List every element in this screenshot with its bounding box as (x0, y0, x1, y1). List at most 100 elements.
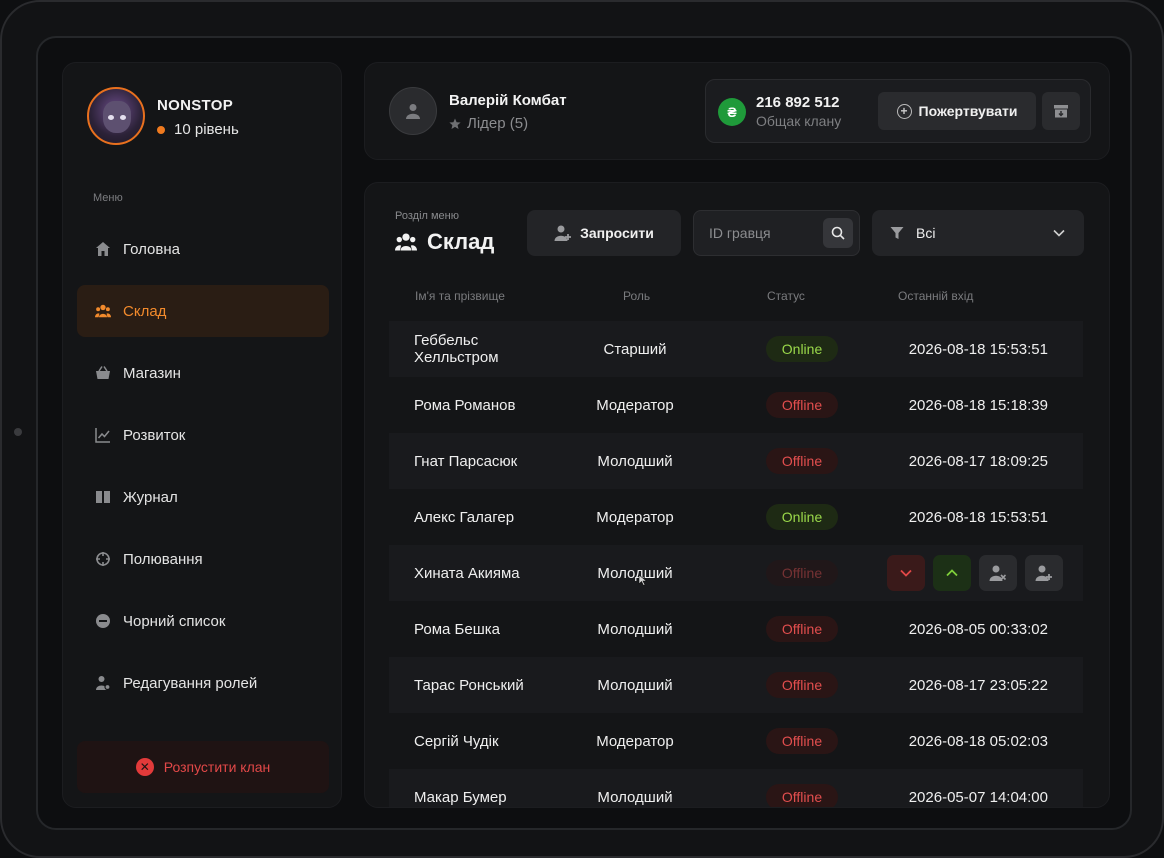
filter-value: Всі (916, 225, 936, 241)
bank-caption: Общак клану (756, 113, 842, 129)
sidebar-item-label: Редагування ролей (123, 674, 258, 692)
member-last-login: 2026-08-17 23:05:22 (908, 676, 1048, 694)
member-name: Рома Романов (414, 396, 516, 414)
sidebar-item-label: Головна (123, 240, 180, 258)
row-actions (887, 555, 1063, 591)
leader-role-label: Лідер (5) (467, 115, 529, 132)
disband-clan-label: Розпустити клан (163, 759, 271, 775)
clan-level-label: 10 рівень (174, 121, 239, 138)
member-name: Сергій Чудік (414, 732, 499, 750)
sidebar-item-hunt[interactable]: Полювання (77, 533, 329, 585)
sidebar-item-label: Склад (123, 302, 167, 320)
tablet-frame: NONSTOP 10 рівень Меню Головна Склад Маг… (0, 0, 1164, 858)
users-icon (395, 233, 417, 251)
sidebar-item-label: Полювання (123, 550, 203, 568)
minus-circle-icon (95, 613, 111, 629)
sidebar-nav: Головна Склад Магазин Розвиток Журнал По… (77, 223, 329, 719)
status-badge: Online (766, 336, 838, 362)
status-badge: Offline (766, 784, 838, 807)
table-row[interactable]: Макар Бумер Молодший Offline 2026-05-07 … (389, 769, 1083, 807)
leader-name: Валерій Комбат (449, 92, 567, 109)
chevron-down-icon (900, 569, 912, 577)
filter-icon (890, 227, 904, 239)
sidebar: NONSTOP 10 рівень Меню Головна Склад Маг… (62, 62, 342, 808)
section-title: Склад (395, 229, 494, 255)
user-gear-icon (95, 675, 111, 691)
archive-button[interactable] (1042, 92, 1080, 130)
user-plus-icon (554, 225, 572, 241)
member-last-login: 2026-08-18 15:18:39 (908, 396, 1048, 414)
member-name: Хината Акияма (414, 564, 520, 582)
status-badge: Online (766, 504, 838, 530)
kick-member-button[interactable] (979, 555, 1017, 591)
sidebar-item-development[interactable]: Розвиток (77, 409, 329, 461)
member-name: Тарас Ронський (414, 676, 524, 694)
status-badge: Offline (766, 616, 838, 642)
column-header-name: Ім'я та прізвище (415, 289, 505, 303)
chart-icon (95, 427, 111, 443)
member-name: Алекс Галагер (414, 508, 515, 526)
user-plus-icon (1035, 565, 1052, 581)
table-row[interactable]: Тарас Ронський Молодший Offline 2026-08-… (389, 657, 1083, 713)
bank-amount: 216 892 512 (756, 94, 840, 111)
promote-button[interactable] (933, 555, 971, 591)
member-name: Макар Бумер (414, 788, 507, 806)
member-role: Молодший (597, 676, 673, 694)
player-id-input[interactable] (695, 212, 815, 254)
sidebar-item-squad[interactable]: Склад (77, 285, 329, 337)
clan-header: Валерій Комбат Лідер (5) ₴ 216 892 512 О… (364, 62, 1110, 160)
demote-button[interactable] (887, 555, 925, 591)
sidebar-item-blacklist[interactable]: Чорний список (77, 595, 329, 647)
table-row[interactable]: Рома Романов Модератор Offline 2026-08-1… (389, 377, 1083, 433)
sidebar-item-label: Розвиток (123, 426, 186, 444)
status-badge: Offline (766, 560, 838, 586)
screen: NONSTOP 10 рівень Меню Головна Склад Маг… (36, 36, 1132, 830)
member-role: Модератор (596, 732, 674, 750)
donate-button[interactable]: + Пожертвувати (878, 92, 1036, 130)
member-role: Модератор (596, 396, 674, 414)
member-role: Молодший (597, 788, 673, 806)
member-last-login: 2026-05-07 14:04:00 (908, 788, 1048, 806)
disband-clan-button[interactable]: ✕ Розпустити клан (77, 741, 329, 793)
clan-name: NONSTOP (157, 97, 234, 114)
table-row[interactable]: Сергій Чудік Модератор Offline 2026-08-1… (389, 713, 1083, 769)
section-caption: Розділ меню (395, 210, 459, 222)
status-badge: Offline (766, 392, 838, 418)
menu-caption: Меню (93, 192, 123, 204)
table-row[interactable]: Геббельс Хелльстром Старший Online 2026-… (389, 321, 1083, 377)
status-badge: Offline (766, 728, 838, 754)
member-last-login: 2026-08-18 15:53:51 (908, 340, 1048, 358)
sidebar-item-label: Магазин (123, 364, 181, 382)
table-row[interactable]: Гнат Парсасюк Молодший Offline 2026-08-1… (389, 433, 1083, 489)
invite-button[interactable]: Запросити (527, 210, 681, 256)
crosshair-icon (95, 551, 111, 567)
level-dot-icon (157, 125, 165, 134)
user-remove-icon (989, 565, 1007, 581)
mouse-cursor-icon (638, 574, 648, 586)
archive-icon (1054, 105, 1068, 118)
status-badge: Offline (766, 448, 838, 474)
status-badge: Offline (766, 672, 838, 698)
chevron-down-icon (1053, 229, 1065, 237)
plus-circle-icon: + (896, 103, 912, 119)
clan-bank: ₴ 216 892 512 Общак клану + Пожертвувати (705, 79, 1091, 143)
sidebar-item-role-editing[interactable]: Редагування ролей (77, 657, 329, 709)
search-button[interactable] (823, 218, 853, 248)
user-icon (406, 104, 420, 119)
star-icon (449, 118, 461, 129)
role-filter-select[interactable]: Всі (872, 210, 1084, 256)
donate-label: Пожертвувати (918, 103, 1018, 119)
member-role: Молодший (597, 452, 673, 470)
member-name: Гнат Парсасюк (414, 452, 518, 470)
table-row-hovered[interactable]: Хината Акияма Молодший Offline (389, 545, 1083, 601)
sidebar-item-journal[interactable]: Журнал (77, 471, 329, 523)
sidebar-item-shop[interactable]: Магазин (77, 347, 329, 399)
sidebar-item-home[interactable]: Головна (77, 223, 329, 275)
table-row[interactable]: Рома Бешка Молодший Offline 2026-08-05 0… (389, 601, 1083, 657)
search-icon (831, 226, 845, 240)
leader-role: Лідер (5) (449, 115, 528, 132)
invite-member-button[interactable] (1025, 555, 1063, 591)
table-row[interactable]: Алекс Галагер Модератор Online 2026-08-1… (389, 489, 1083, 545)
player-search (693, 210, 860, 256)
clan-level: 10 рівень (157, 121, 239, 138)
